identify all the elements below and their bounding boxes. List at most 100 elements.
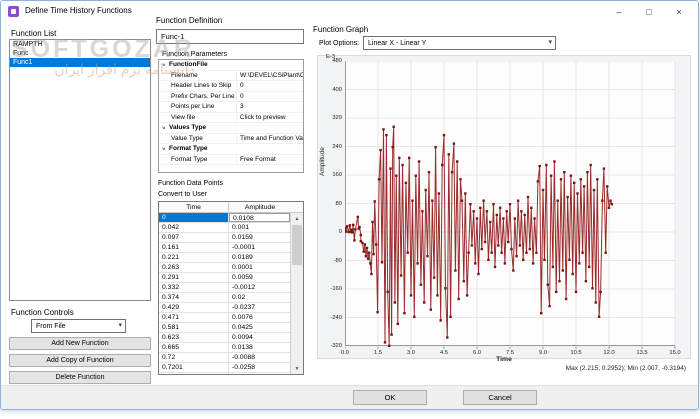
time-cell[interactable]: 0.042 bbox=[159, 223, 229, 232]
parameter-group-row[interactable]: >FunctionFile bbox=[159, 60, 303, 71]
amplitude-cell[interactable]: 0.0138 bbox=[229, 343, 290, 352]
amplitude-cell[interactable]: -0.0237 bbox=[229, 303, 290, 312]
table-row[interactable]: 0.7201-0.0258 bbox=[159, 363, 290, 373]
parameter-value[interactable]: 0 bbox=[237, 81, 303, 91]
function-name-value: Func-1 bbox=[161, 32, 184, 41]
amplitude-cell[interactable]: 0.0108 bbox=[229, 213, 290, 222]
function-list-item[interactable]: Func bbox=[10, 49, 150, 58]
amplitude-cell[interactable]: 0.0059 bbox=[229, 273, 290, 282]
title-bar[interactable]: Define Time History Functions – □ × bbox=[1, 1, 698, 22]
collapse-chevron-icon[interactable]: > bbox=[158, 124, 168, 132]
parameter-row[interactable]: Format TypeFree Format bbox=[159, 155, 303, 166]
y-tick-label: 480 bbox=[318, 58, 342, 64]
data-points-rows[interactable]: 00.01080.0420.0010.0970.01590.161-0.0001… bbox=[159, 213, 290, 374]
parameter-value[interactable]: Click to preview bbox=[237, 113, 303, 123]
time-history-plot bbox=[345, 61, 677, 352]
function-list[interactable]: RAMPTHFuncFunc1 bbox=[9, 39, 151, 301]
table-row[interactable]: 00.0108 bbox=[159, 213, 290, 223]
time-cell[interactable]: 0.097 bbox=[159, 233, 229, 242]
parameter-value[interactable]: Time and Function Values bbox=[237, 134, 303, 144]
time-cell[interactable]: 0.332 bbox=[159, 283, 229, 292]
table-row[interactable]: 0.0970.0159 bbox=[159, 233, 290, 243]
table-row[interactable]: 0.2630.0001 bbox=[159, 263, 290, 273]
table-row[interactable]: 0.3740.02 bbox=[159, 293, 290, 303]
table-row[interactable]: 0.2910.0059 bbox=[159, 273, 290, 283]
table-row[interactable]: 0.4710.0076 bbox=[159, 313, 290, 323]
convert-to-user-button[interactable]: Convert to User bbox=[158, 191, 207, 198]
time-cell[interactable]: 0.7201 bbox=[159, 363, 229, 372]
data-points-table[interactable]: Time Amplitude 00.01080.0420.0010.0970.0… bbox=[158, 201, 304, 375]
time-cell[interactable]: 0.161 bbox=[159, 243, 229, 252]
time-cell[interactable]: 0.374 bbox=[159, 293, 229, 302]
parameter-group-row[interactable]: >Format Type bbox=[159, 144, 303, 155]
close-button[interactable]: × bbox=[664, 1, 694, 22]
time-cell[interactable]: 0.79 bbox=[159, 373, 229, 374]
ok-button[interactable]: OK bbox=[353, 390, 427, 405]
parameter-group-row[interactable]: >Values Type bbox=[159, 123, 303, 134]
amplitude-cell[interactable]: 0.001 bbox=[229, 223, 290, 232]
parameter-value[interactable]: W:\DEVEL\CSiPlant\CSiPlant v bbox=[237, 71, 303, 81]
time-cell[interactable]: 0.72 bbox=[159, 353, 229, 362]
amplitude-cell[interactable]: -0.0258 bbox=[229, 363, 290, 372]
parameter-row[interactable]: Prefix Chars. Per Line to0 bbox=[159, 92, 303, 103]
app-icon bbox=[8, 6, 19, 17]
function-parameters-grid[interactable]: >FunctionFileFilenameW:\DEVEL\CSiPlant\C… bbox=[158, 59, 304, 173]
function-name-input[interactable]: Func-1 bbox=[156, 29, 304, 44]
scroll-down-icon[interactable]: ▼ bbox=[291, 363, 303, 374]
amplitude-cell[interactable]: -0.0001 bbox=[229, 243, 290, 252]
table-row[interactable]: 0.332-0.0012 bbox=[159, 283, 290, 293]
scroll-thumb[interactable] bbox=[292, 225, 302, 265]
time-cell[interactable]: 0 bbox=[159, 213, 229, 222]
table-row[interactable]: 0.161-0.0001 bbox=[159, 243, 290, 253]
time-cell[interactable]: 0.221 bbox=[159, 253, 229, 262]
table-row[interactable]: 0.6650.0138 bbox=[159, 343, 290, 353]
time-cell[interactable]: 0.263 bbox=[159, 263, 229, 272]
amplitude-cell[interactable]: 0.0425 bbox=[229, 323, 290, 332]
amplitude-cell[interactable]: -0.0088 bbox=[229, 353, 290, 362]
parameter-row[interactable]: Header Lines to Skip0 bbox=[159, 81, 303, 92]
parameter-value[interactable]: 0 bbox=[237, 92, 303, 102]
table-row[interactable]: 0.5810.0425 bbox=[159, 323, 290, 333]
function-list-item[interactable]: RAMPTH bbox=[10, 40, 150, 49]
table-row[interactable]: 0.6230.0094 bbox=[159, 333, 290, 343]
function-list-item[interactable]: Func1 bbox=[10, 58, 150, 67]
collapse-chevron-icon[interactable]: > bbox=[158, 61, 168, 69]
parameter-value[interactable]: Free Format bbox=[237, 155, 303, 165]
parameter-row[interactable]: View fileClick to preview bbox=[159, 113, 303, 124]
add-new-function-button[interactable]: Add New Function bbox=[9, 337, 151, 350]
amplitude-cell[interactable]: 0.0189 bbox=[229, 253, 290, 262]
parameter-value[interactable]: 3 bbox=[237, 102, 303, 112]
table-row[interactable]: 0.2210.0189 bbox=[159, 253, 290, 263]
amplitude-cell[interactable]: -0.0012 bbox=[229, 283, 290, 292]
time-cell[interactable]: 0.665 bbox=[159, 343, 229, 352]
time-cell[interactable]: 0.471 bbox=[159, 313, 229, 322]
collapse-chevron-icon[interactable]: > bbox=[158, 145, 168, 153]
plot-options-dropdown[interactable]: Linear X - Linear Y ▾ bbox=[363, 36, 556, 50]
table-scrollbar[interactable]: ▲ ▼ bbox=[290, 213, 303, 374]
amplitude-cell[interactable]: 0.0094 bbox=[229, 333, 290, 342]
cancel-button[interactable]: Cancel bbox=[463, 390, 537, 405]
minimize-button[interactable]: – bbox=[604, 1, 634, 22]
amplitude-cell[interactable]: 0.0076 bbox=[229, 313, 290, 322]
parameter-row[interactable]: Points per Line3 bbox=[159, 102, 303, 113]
chevron-down-icon: ▾ bbox=[118, 321, 122, 329]
amplitude-cell[interactable]: -0.0303 bbox=[229, 373, 290, 374]
function-type-dropdown[interactable]: From File ▾ bbox=[31, 319, 126, 333]
scroll-up-icon[interactable]: ▲ bbox=[291, 213, 303, 224]
time-cell[interactable]: 0.623 bbox=[159, 333, 229, 342]
table-row[interactable]: 0.72-0.0088 bbox=[159, 353, 290, 363]
time-cell[interactable]: 0.429 bbox=[159, 303, 229, 312]
time-cell[interactable]: 0.291 bbox=[159, 273, 229, 282]
table-row[interactable]: 0.79-0.0303 bbox=[159, 373, 290, 374]
time-cell[interactable]: 0.581 bbox=[159, 323, 229, 332]
amplitude-cell[interactable]: 0.0159 bbox=[229, 233, 290, 242]
table-row[interactable]: 0.0420.001 bbox=[159, 223, 290, 233]
amplitude-cell[interactable]: 0.0001 bbox=[229, 263, 290, 272]
parameter-row[interactable]: Value TypeTime and Function Values bbox=[159, 134, 303, 145]
table-row[interactable]: 0.429-0.0237 bbox=[159, 303, 290, 313]
delete-function-button[interactable]: Delete Function bbox=[9, 371, 151, 384]
add-copy-of-function-button[interactable]: Add Copy of Function bbox=[9, 354, 151, 367]
parameter-row[interactable]: FilenameW:\DEVEL\CSiPlant\CSiPlant v bbox=[159, 71, 303, 82]
maximize-button[interactable]: □ bbox=[634, 1, 664, 22]
amplitude-cell[interactable]: 0.02 bbox=[229, 293, 290, 302]
